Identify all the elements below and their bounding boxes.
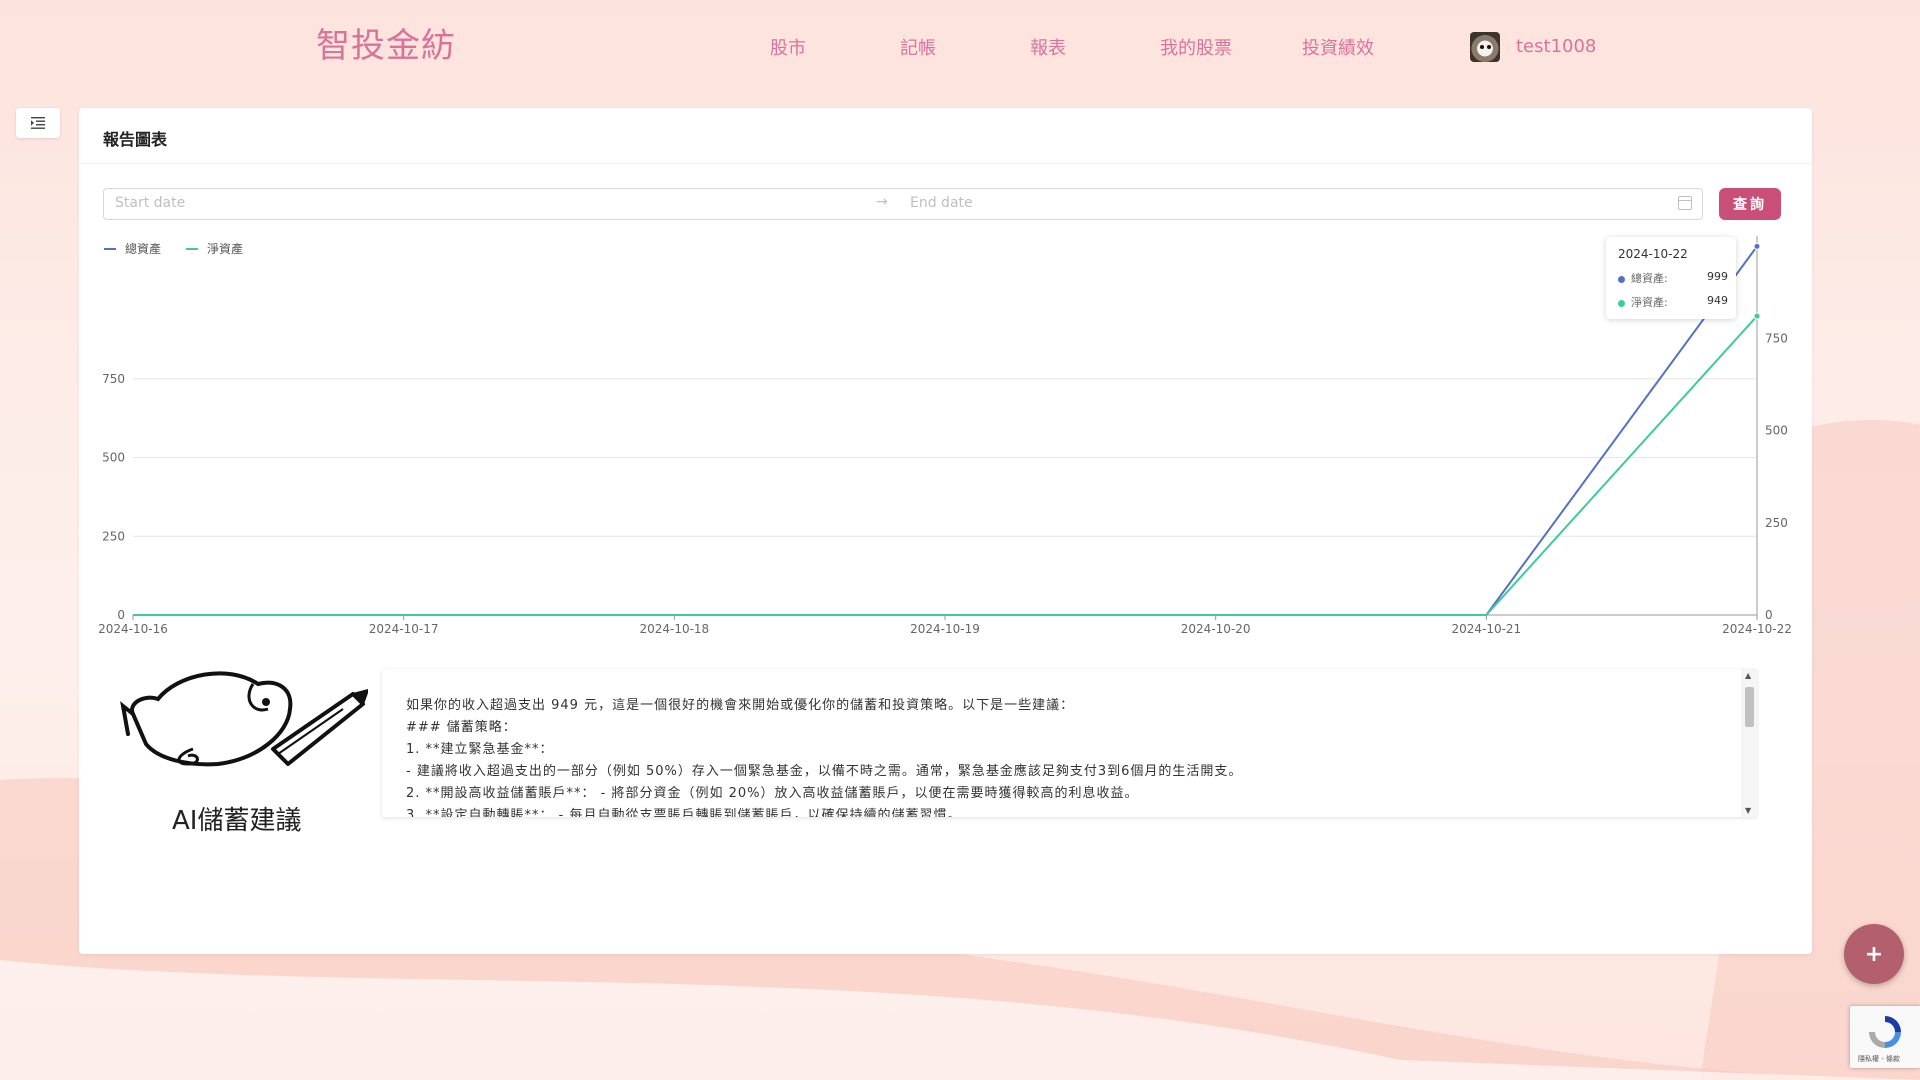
tooltip-value: 949 bbox=[1707, 294, 1728, 307]
tooltip-row-total-assets: 總資產: 999 bbox=[1618, 270, 1728, 288]
x-tick-label: 2024-10-17 bbox=[369, 622, 439, 636]
advice-text: 如果你的收入超過支出 949 元，這是一個很好的機會來開始或優化你的儲蓄和投資策… bbox=[406, 695, 1706, 817]
legend-label: 總資產 bbox=[125, 241, 161, 256]
y-tick-label-right: 500 bbox=[1765, 424, 1788, 438]
advice-line: 1. **建立緊急基金**： bbox=[406, 742, 554, 757]
tooltip-date: 2024-10-22 bbox=[1618, 247, 1688, 261]
x-tick-label: 2024-10-18 bbox=[639, 622, 709, 636]
y-tick-label-left: 750 bbox=[102, 372, 125, 386]
scrollbar[interactable]: ▲ ▼ bbox=[1741, 669, 1757, 817]
asset-line-chart[interactable]: 0 250 500 750 0 250 500 750 2024-10-16 2024-10-17… bbox=[0, 0, 1920, 640]
legend-label: 淨資產 bbox=[207, 241, 243, 256]
x-tick-label: 2024-10-19 bbox=[910, 622, 980, 636]
y-tick-label-left: 250 bbox=[102, 529, 125, 543]
y-tick-label-left: 500 bbox=[102, 451, 125, 465]
y-tick-label-right: 250 bbox=[1765, 516, 1788, 530]
scroll-thumb[interactable] bbox=[1745, 687, 1754, 727]
advice-line: - 建議將收入超過支出的一部分（例如 50%）存入一個緊急基金，以備不時之需。通… bbox=[406, 764, 1243, 779]
advice-line: 3. **設定自動轉賬**： - 每月自動從支票賬戶轉賬到儲蓄賬戶，以確保持續的… bbox=[406, 808, 962, 817]
advice-line: ### 儲蓄策略： bbox=[406, 720, 517, 735]
x-tick-label: 2024-10-20 bbox=[1181, 622, 1251, 636]
ai-savings-title: AI儲蓄建議 bbox=[172, 806, 302, 836]
data-point bbox=[1753, 242, 1761, 250]
tooltip-value: 999 bbox=[1707, 270, 1728, 283]
tooltip-dot-icon bbox=[1618, 299, 1625, 307]
series-line-net-assets bbox=[133, 315, 1758, 616]
ai-advice-textbox[interactable]: 如果你的收入超過支出 949 元，這是一個很好的機會來開始或優化你的儲蓄和投資策… bbox=[382, 669, 1757, 817]
tooltip-series-name: 總資產: bbox=[1631, 272, 1668, 285]
y-tick-label-left: 0 bbox=[117, 608, 125, 622]
tooltip-dot-icon bbox=[1618, 275, 1625, 283]
tooltip-series-name: 淨資產: bbox=[1631, 296, 1668, 309]
tooltip-row-net-assets: 淨資產: 949 bbox=[1618, 294, 1728, 312]
recaptcha-icon bbox=[1869, 1016, 1901, 1048]
data-point bbox=[1753, 312, 1761, 320]
series-line-total-assets bbox=[133, 245, 1758, 616]
y-tick-label-right: 0 bbox=[1765, 608, 1773, 622]
x-tick-label: 2024-10-21 bbox=[1451, 622, 1521, 636]
advice-line: 2. **開設高收益儲蓄賬戶**： - 將部分資金（例如 20%）放入高收益儲蓄… bbox=[406, 786, 1139, 801]
x-tick-label: 2024-10-22 bbox=[1722, 622, 1792, 636]
recaptcha-badge[interactable]: 隱私權 - 條款 bbox=[1850, 1006, 1920, 1068]
piggy-pencil-illustration bbox=[120, 671, 368, 767]
recaptcha-text: 隱私權 - 條款 bbox=[1858, 1055, 1900, 1063]
chart-tooltip: 2024-10-22 總資產: 999 淨資產: 949 bbox=[1606, 237, 1736, 319]
scroll-down-icon[interactable]: ▼ bbox=[1745, 806, 1751, 815]
floating-add-button[interactable]: + bbox=[1844, 924, 1904, 984]
y-tick-label-right: 750 bbox=[1765, 331, 1788, 345]
advice-line: 如果你的收入超過支出 949 元，這是一個很好的機會來開始或優化你的儲蓄和投資策… bbox=[406, 698, 1075, 713]
scroll-up-icon[interactable]: ▲ bbox=[1745, 671, 1751, 680]
x-tick-label: 2024-10-16 bbox=[98, 622, 168, 636]
